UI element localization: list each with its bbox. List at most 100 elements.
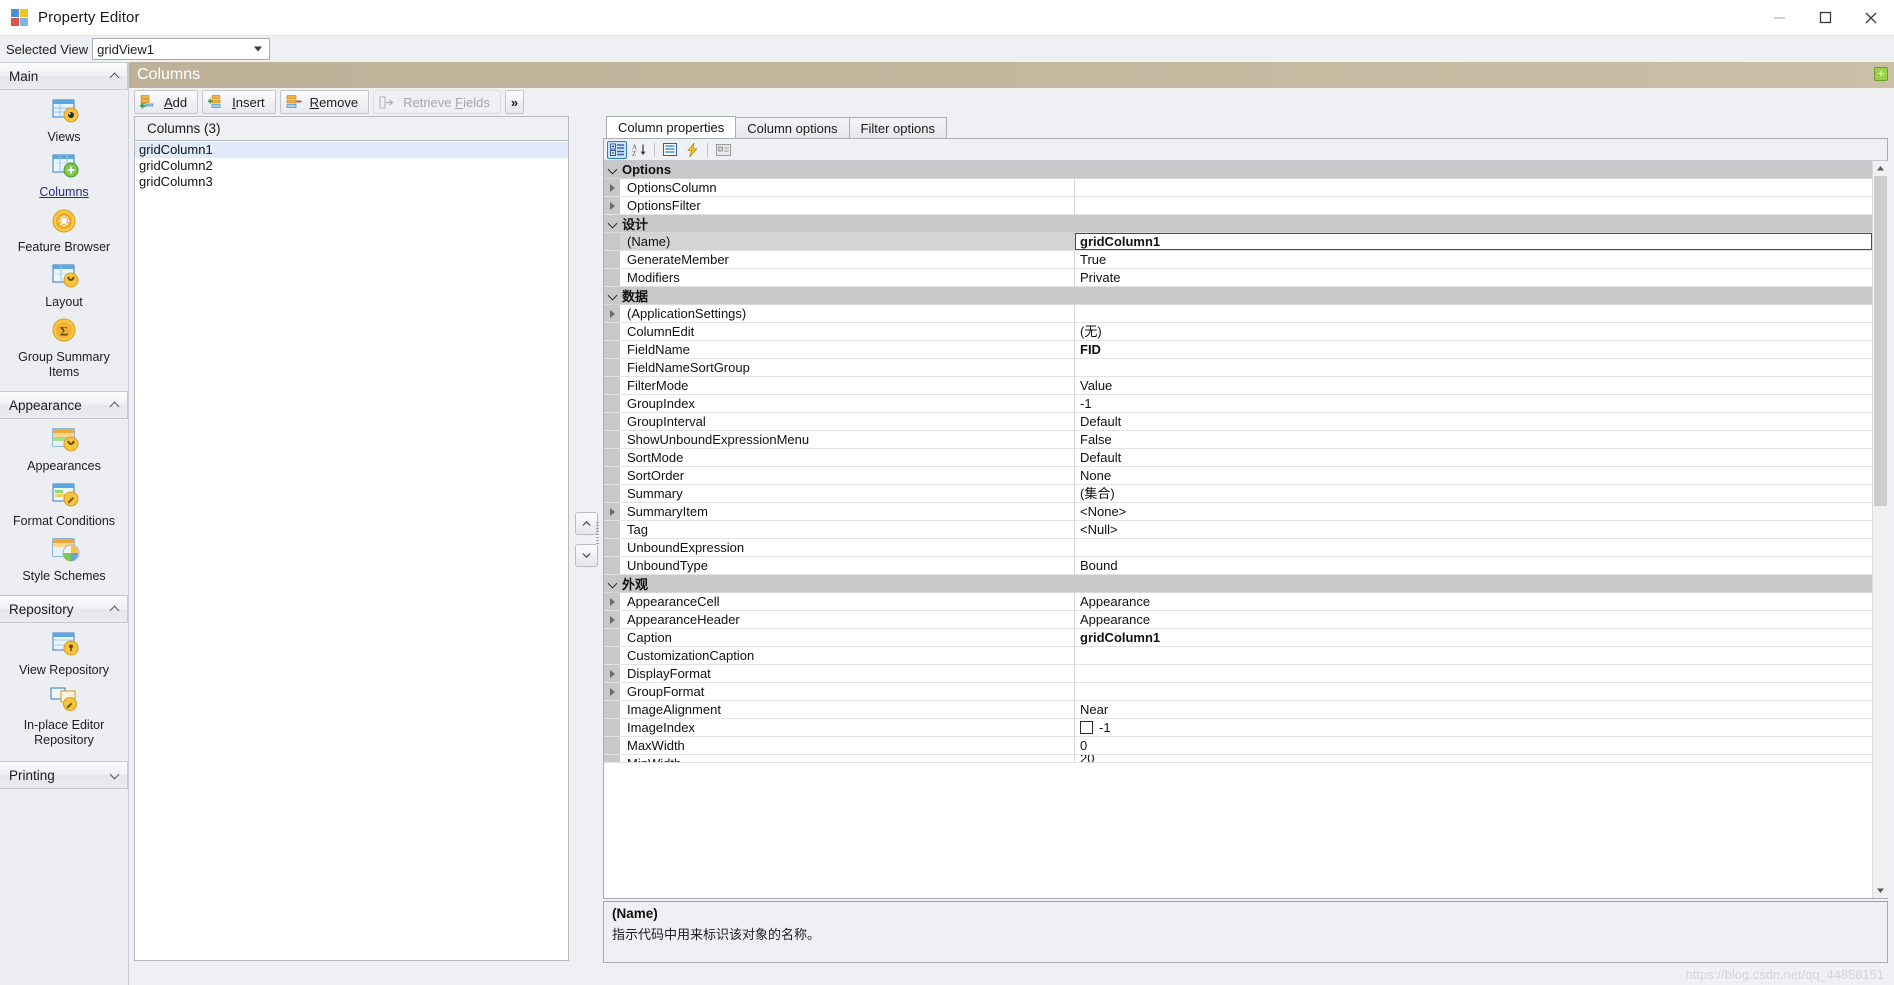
tab-filter-options[interactable]: Filter options	[848, 117, 947, 138]
property-pages-button[interactable]	[713, 141, 733, 159]
property-value[interactable]: Bound	[1075, 557, 1872, 574]
maximize-button[interactable]	[1802, 0, 1848, 36]
property-row-appearancecell[interactable]: AppearanceCell Appearance	[604, 593, 1872, 611]
sidebar-group-printing[interactable]: Printing	[0, 761, 128, 789]
expand-toggle[interactable]	[604, 683, 620, 700]
scroll-up-button[interactable]	[1872, 161, 1888, 176]
property-value[interactable]: Value	[1075, 377, 1872, 394]
property-row-optionscolumn[interactable]: OptionsColumn	[604, 179, 1872, 197]
property-value[interactable]: 0	[1075, 737, 1872, 754]
property-value[interactable]	[1075, 539, 1872, 556]
property-row-modifiers[interactable]: Modifiers Private	[604, 269, 1872, 287]
property-row-fieldnamesortgroup[interactable]: FieldNameSortGroup	[604, 359, 1872, 377]
property-value-container[interactable]: -1	[1075, 719, 1872, 736]
events-button[interactable]	[682, 141, 702, 159]
property-row-applicationsettings[interactable]: (ApplicationSettings)	[604, 305, 1872, 323]
list-item[interactable]: gridColumn2	[135, 158, 568, 174]
property-value[interactable]	[1075, 179, 1872, 196]
toolbar-overflow-button[interactable]: »	[504, 90, 525, 114]
sidebar-item-columns[interactable]: Columns	[0, 149, 128, 204]
property-value[interactable]: -1	[1075, 395, 1872, 412]
property-value[interactable]: Appearance	[1075, 593, 1872, 610]
property-value[interactable]	[1075, 647, 1872, 664]
property-value[interactable]: (无)	[1075, 323, 1872, 340]
sidebar-item-format-conditions[interactable]: Format Conditions	[0, 478, 128, 533]
property-value[interactable]	[1075, 665, 1872, 682]
property-value[interactable]: (集合)	[1075, 485, 1872, 502]
selected-view-combo[interactable]: gridView1	[92, 38, 271, 60]
sidebar-item-layout[interactable]: Layout	[0, 259, 128, 314]
property-row-fieldname[interactable]: FieldName FID	[604, 341, 1872, 359]
expand-toggle[interactable]	[604, 305, 620, 322]
property-value[interactable]: Default	[1075, 449, 1872, 466]
sidebar-item-feature-browser[interactable]: Feature Browser	[0, 204, 128, 259]
property-row-groupindex[interactable]: GroupIndex -1	[604, 395, 1872, 413]
scrollbar-thumb[interactable]	[1873, 176, 1887, 506]
property-row-groupinterval[interactable]: GroupInterval Default	[604, 413, 1872, 431]
sidebar-group-appearance[interactable]: Appearance	[0, 391, 128, 419]
property-row-appearanceheader[interactable]: AppearanceHeader Appearance	[604, 611, 1872, 629]
alphabetical-sort-button[interactable]: A Z	[629, 141, 649, 159]
property-row-maxwidth[interactable]: MaxWidth 0	[604, 737, 1872, 755]
property-row-imageindex[interactable]: ImageIndex -1	[604, 719, 1872, 737]
property-row-unboundtype[interactable]: UnboundType Bound	[604, 557, 1872, 575]
expand-toggle[interactable]	[604, 503, 620, 520]
scroll-down-button[interactable]	[1872, 883, 1888, 898]
sidebar-group-repository[interactable]: Repository	[0, 595, 128, 623]
property-category-options[interactable]: Options	[604, 161, 1872, 179]
remove-button[interactable]: Remove	[279, 90, 370, 114]
property-value[interactable]: Near	[1075, 701, 1872, 718]
property-row-sortmode[interactable]: SortMode Default	[604, 449, 1872, 467]
property-row-imagealignment[interactable]: ImageAlignment Near	[604, 701, 1872, 719]
tab-column-properties[interactable]: Column properties	[606, 116, 737, 138]
property-category-design[interactable]: 设计	[604, 215, 1872, 233]
property-row-columnedit[interactable]: ColumnEdit (无)	[604, 323, 1872, 341]
property-grid-scrollbar[interactable]	[1872, 161, 1888, 898]
property-value[interactable]	[1075, 683, 1872, 700]
property-row-minwidth[interactable]: MinWidth 20	[604, 755, 1872, 763]
close-button[interactable]	[1848, 0, 1894, 36]
sidebar-item-group-summary-items[interactable]: Σ Group Summary Items	[0, 314, 128, 384]
splitter-grip[interactable]	[596, 521, 600, 558]
sidebar-item-inplace-editor-repository[interactable]: In-place Editor Repository	[0, 682, 128, 752]
move-up-button[interactable]	[574, 512, 598, 535]
property-row-filtermode[interactable]: FilterMode Value	[604, 377, 1872, 395]
property-value[interactable]: Default	[1075, 413, 1872, 430]
property-row-customizationcaption[interactable]: CustomizationCaption	[604, 647, 1872, 665]
list-item[interactable]: gridColumn1	[135, 142, 568, 158]
tab-column-options[interactable]: Column options	[735, 117, 850, 138]
sidebar-item-appearances[interactable]: Appearances	[0, 423, 128, 478]
add-button[interactable]: Add	[134, 90, 199, 114]
properties-button[interactable]	[660, 141, 680, 159]
minimize-button[interactable]	[1756, 0, 1802, 36]
retrieve-fields-button[interactable]: Retrieve Fields	[373, 90, 501, 114]
property-value[interactable]: gridColumn1	[1075, 629, 1872, 646]
property-value[interactable]: FID	[1075, 341, 1872, 358]
property-category-data[interactable]: 数据	[604, 287, 1872, 305]
property-category-appearance[interactable]: 外观	[604, 575, 1872, 593]
scrollbar-track[interactable]	[1872, 176, 1888, 883]
property-row-tag[interactable]: Tag <Null>	[604, 521, 1872, 539]
property-row-caption[interactable]: Caption gridColumn1	[604, 629, 1872, 647]
property-value[interactable]	[1075, 197, 1872, 214]
property-value[interactable]: Private	[1075, 269, 1872, 286]
categorized-view-button[interactable]	[607, 140, 627, 159]
property-row-summaryitem[interactable]: SummaryItem <None>	[604, 503, 1872, 521]
property-value[interactable]	[1075, 359, 1872, 376]
sidebar-item-view-repository[interactable]: View Repository	[0, 627, 128, 682]
property-row-showunboundexpressionmenu[interactable]: ShowUnboundExpressionMenu False	[604, 431, 1872, 449]
property-row-optionsfilter[interactable]: OptionsFilter	[604, 197, 1872, 215]
property-row-sortorder[interactable]: SortOrder None	[604, 467, 1872, 485]
expand-toggle[interactable]	[604, 665, 620, 682]
property-value[interactable]: Appearance	[1075, 611, 1872, 628]
columns-list[interactable]: gridColumn1 gridColumn2 gridColumn3	[135, 141, 568, 960]
property-row-displayformat[interactable]: DisplayFormat	[604, 665, 1872, 683]
property-row-groupformat[interactable]: GroupFormat	[604, 683, 1872, 701]
move-down-button[interactable]	[574, 544, 598, 567]
expand-toggle[interactable]	[604, 593, 620, 610]
expand-toggle[interactable]	[604, 197, 620, 214]
property-row-unboundexpression[interactable]: UnboundExpression	[604, 539, 1872, 557]
property-row-generatemember[interactable]: GenerateMember True	[604, 251, 1872, 269]
property-row-summary[interactable]: Summary (集合)	[604, 485, 1872, 503]
insert-button[interactable]: Insert	[202, 90, 276, 114]
